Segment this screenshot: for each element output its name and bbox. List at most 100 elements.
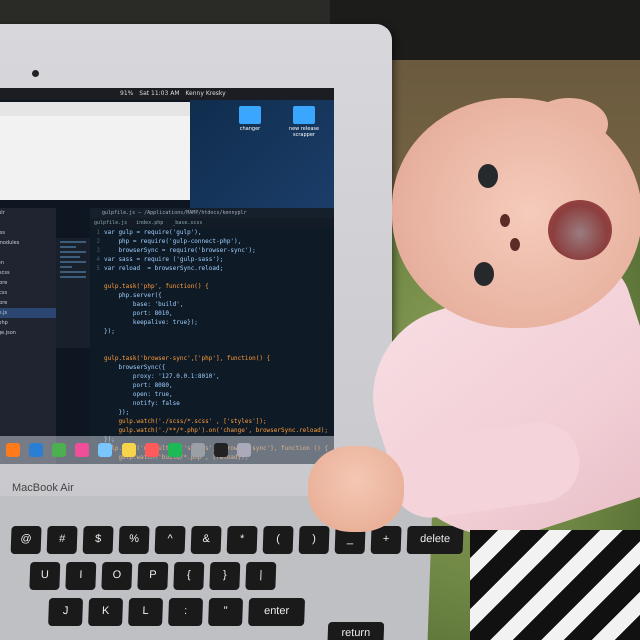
code-text: port: 8010, [104,310,173,317]
desktop-icon-label: changer [239,126,261,132]
desktop-folder-new-release-scrapper[interactable]: new release scrapper [284,106,324,138]
code-line: gulp.watch('./**/*.php').on('change', br… [90,426,334,435]
return-key[interactable]: return [327,622,385,640]
trash-icon[interactable] [237,443,252,457]
code-text: gulp.watch('./**/*.php').on('change', br… [104,427,328,434]
desktop-folder-changer[interactable]: changer [230,106,270,132]
code-text: browserSync({ [104,364,166,371]
tab-index-php[interactable]: index.php [136,220,163,226]
sidebar-item[interactable]: kennyplr [0,208,56,218]
menubar-clock: Sat 11:03 AM [139,90,180,97]
keyboard-key[interactable]: % [118,526,150,554]
photoshop-icon[interactable] [29,443,44,457]
keyboard-key[interactable]: enter [248,598,306,626]
desktop-icon-label: new release scrapper [288,126,320,138]
keyboard-key[interactable]: P [137,562,169,590]
code-text: gulp.task('php', function() { [104,283,209,290]
code-text: var sass = require ('gulp-sass'); [104,256,224,263]
chrome-icon[interactable] [52,443,67,457]
tab-gulpfile[interactable]: gulpfile.js [94,220,127,226]
sidebar-item[interactable]: bourbon [0,258,56,268]
code-text: var gulp = require('gulp'), [104,229,202,236]
keyboard-key[interactable]: K [88,598,124,626]
baby-nostril [510,238,520,251]
sidebar-item[interactable]: index.php [0,318,56,328]
terminal-icon[interactable] [213,443,228,457]
keyboard-key[interactable]: ) [298,526,330,554]
baby-mouth [548,200,612,260]
keyboard-key[interactable]: U [29,562,61,590]
app-store-icon[interactable] [98,443,113,457]
sidebar-item[interactable]: scss [0,248,56,258]
keyboard-key[interactable]: J [48,598,84,626]
sidebar-item[interactable]: _base.scss [0,268,56,278]
file-tree-sidebar[interactable]: kennyplrcssmain.cssnode_modulesscssbourb… [0,208,56,464]
sidebar-item[interactable]: css [0,218,56,228]
code-line: gulp.task('php', function() { [90,282,334,291]
sidebar-item[interactable]: package.json [0,328,56,338]
keyboard-key[interactable]: O [101,562,133,590]
code-line: gulp.task('browser-sync',['php'], functi… [90,354,334,363]
baby-eye-left [478,164,498,188]
keyboard-key[interactable]: { [173,562,205,590]
code-text: }); [104,328,115,335]
keyboard-key[interactable]: L [128,598,164,626]
laptop-lid: 91% Sat 11:03 AM Kenny Kresky changer ne… [0,24,392,500]
laptop-brand-label: MacBook Air [12,482,74,494]
line-number: 3 [96,247,100,254]
sidebar-item[interactable]: main.css [0,228,56,238]
keyboard-key[interactable]: ( [262,526,294,554]
keyboard-key[interactable]: $ [82,526,114,554]
itunes-icon[interactable] [75,443,90,457]
line-number: 4 [96,256,100,263]
editor-title: gulpfile.js — /Applications/MAMP/htdocs/… [90,208,334,218]
code-line: port: 8010, [90,309,334,318]
code-line: }); [90,327,334,336]
keyboard-key[interactable]: # [46,526,78,554]
tab-base-scss[interactable]: _base.scss [172,220,202,226]
sidebar-item[interactable]: style.scss [0,288,56,298]
sidebar-item[interactable]: .DS_Store [0,298,56,308]
keyboard-key[interactable]: * [226,526,258,554]
keyboard-key[interactable]: : [168,598,204,626]
code-text: keepalive: true}); [104,319,198,326]
settings-icon[interactable] [190,443,205,457]
code-text: proxy: '127.0.0.1:8010', [104,373,220,380]
keyboard-key[interactable]: } [209,562,241,590]
filezilla-icon[interactable] [144,443,159,457]
code-text: }); [104,409,130,416]
webcam-icon [32,70,39,77]
keyboard-key[interactable]: ^ [154,526,186,554]
keyboard-key[interactable]: delete [406,526,464,554]
code-editor[interactable]: gulpfile.js — /Applications/MAMP/htdocs/… [90,208,334,464]
code-line: 2 php = require('gulp-connect-php'), [90,237,334,246]
code-line: 4 var sass = require ('gulp-sass'); [90,255,334,264]
sketch-icon[interactable] [121,443,136,457]
code-line: }); [90,408,334,417]
code-text: php = require('gulp-connect-php'), [104,238,242,245]
keyboard-key[interactable]: | [245,562,277,590]
laptop-screen: 91% Sat 11:03 AM Kenny Kresky changer ne… [0,88,334,464]
code-line: port: 8080, [90,381,334,390]
keyboard-key[interactable]: " [208,598,244,626]
keyboard-key[interactable]: & [190,526,222,554]
keyboard-key[interactable]: + [370,526,402,554]
sidebar-item[interactable]: gulpfile.js [0,308,56,318]
keyboard-key[interactable]: I [65,562,97,590]
sidebar-item[interactable]: node_modules [0,238,56,248]
keyboard-key[interactable]: @ [10,526,42,554]
code-text: var reload = browserSync.reload; [104,265,224,272]
code-minimap[interactable] [56,238,90,348]
sidebar-item[interactable]: .DS_Store [0,278,56,288]
folder-icon [239,106,261,124]
code-body[interactable]: 1 var gulp = require('gulp'), 2 php = requ… [90,228,334,462]
code-text: php.server({ [104,292,162,299]
firefox-icon[interactable] [6,443,21,457]
desktop-area: changer new release scrapper [190,100,334,220]
code-line: proxy: '127.0.0.1:8010', [90,372,334,381]
spotify-icon[interactable] [167,443,182,457]
code-line: gulp.watch('./scss/*.scss' , ['styles'])… [90,417,334,426]
browser-window[interactable] [0,102,192,200]
